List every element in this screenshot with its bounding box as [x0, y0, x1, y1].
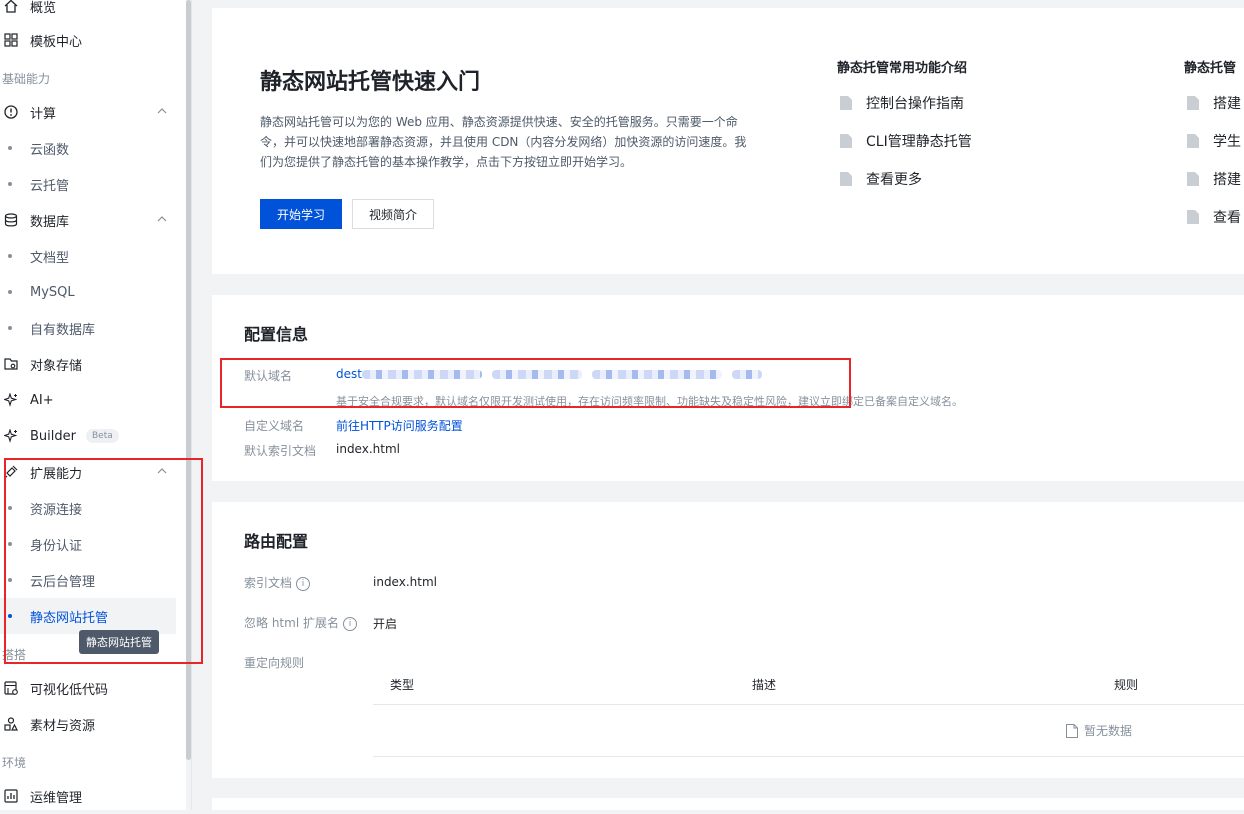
- page-title: 静态网站托管快速入门: [260, 70, 481, 95]
- doc-link[interactable]: 查看更多: [840, 169, 922, 189]
- empty-state: 暂无数据: [1066, 722, 1132, 739]
- document-icon: [1187, 96, 1199, 110]
- column-header: 类型: [390, 678, 415, 692]
- highlight-box: [220, 358, 851, 408]
- document-icon: [1187, 210, 1199, 224]
- doc-link[interactable]: 学生: [1187, 131, 1241, 151]
- routing-card: 路由配置 索引文档 i index.html 忽略 html 扩展名 i 开启 重定…: [212, 502, 1244, 778]
- sidebar-item-label: Builder: [30, 428, 76, 444]
- custom-domain-label: 自定义域名: [244, 419, 305, 433]
- document-icon: [840, 96, 852, 110]
- sidebar-item-templates[interactable]: 模板中心: [0, 22, 186, 58]
- routing-title: 路由配置: [244, 532, 309, 551]
- info-icon[interactable]: i: [296, 576, 311, 591]
- default-index-value: index.html: [336, 442, 400, 456]
- default-index-label: 默认索引文档: [244, 444, 317, 458]
- column-header: 规则: [1114, 678, 1139, 692]
- ignore-ext-value: 开启: [373, 617, 398, 631]
- practice-title: 静态托管: [1184, 61, 1237, 76]
- start-learning-button[interactable]: 开始学习: [260, 199, 342, 229]
- lowcode-icon: [3, 680, 19, 696]
- sidebar-item-cloudrun[interactable]: 云托管: [0, 166, 186, 202]
- sidebar-item-overview[interactable]: 概览: [0, 0, 186, 24]
- sidebar-item-label: 运维管理: [30, 790, 83, 806]
- sparkle-icon: [3, 428, 19, 444]
- sidebar-item-builder[interactable]: Builder Beta: [0, 418, 186, 454]
- sparkle-icon: [3, 392, 19, 408]
- info-icon[interactable]: i: [342, 616, 357, 631]
- sidebar-item-label: 概览: [30, 0, 57, 16]
- sidebar-item-compute[interactable]: 计算: [0, 94, 186, 130]
- document-icon: [840, 134, 852, 148]
- quickstart-card: 静态网站托管快速入门 静态网站托管可以为您的 Web 应用、静态资源提供快速、安…: [212, 8, 1244, 274]
- sidebar-item-mysql[interactable]: MySQL: [0, 274, 186, 310]
- intro-text: 静态网站托管可以为您的 Web 应用、静态资源提供快速、安全的托管服务。只需要一…: [260, 115, 747, 169]
- redirect-table-body: 暂无数据: [373, 704, 1244, 757]
- index-doc-value: index.html: [373, 575, 437, 589]
- chevron-up-icon[interactable]: [156, 105, 168, 117]
- features-title: 静态托管常用功能介绍: [837, 61, 968, 76]
- sidebar-item-functions[interactable]: 云函数: [0, 130, 186, 166]
- compute-icon: [3, 104, 19, 120]
- document-icon: [1187, 134, 1199, 148]
- sidebar-item-assets[interactable]: 素材与资源: [0, 706, 186, 742]
- group-label-basic: 基础能力: [2, 72, 51, 86]
- doc-link[interactable]: 搭建: [1187, 169, 1241, 189]
- highlight-box: [4, 458, 203, 664]
- redirect-table-header: 类型 描述 规则: [373, 664, 1244, 705]
- storage-icon: [3, 356, 19, 372]
- sidebar-item-label: 素材与资源: [30, 718, 96, 734]
- sidebar: 概览 模板中心 基础能力 计算 云函数 云托管 数据库 文档型 MySQL 自有…: [0, 0, 186, 810]
- sidebar-item-label: 数据库: [30, 214, 70, 230]
- ignore-ext-label: 忽略 html 扩展名 i: [244, 614, 357, 631]
- index-doc-label: 索引文档 i: [244, 574, 311, 591]
- sidebar-item-lowcode[interactable]: 可视化低代码: [0, 670, 186, 706]
- sidebar-item-label: 可视化低代码: [30, 682, 109, 698]
- beta-badge: Beta: [85, 429, 119, 443]
- sidebar-item-label: AI+: [30, 392, 54, 408]
- ops-icon: [3, 788, 19, 804]
- sidebar-item-ops[interactable]: 运维管理: [0, 778, 186, 814]
- sidebar-item-document-db[interactable]: 文档型: [0, 238, 186, 274]
- doc-link[interactable]: 搭建: [1187, 93, 1241, 113]
- document-icon: [1066, 723, 1078, 738]
- redirect-rules-label: 重定向规则: [244, 656, 305, 670]
- shapes-icon: [3, 716, 19, 732]
- config-title: 配置信息: [244, 325, 309, 344]
- database-icon: [3, 212, 19, 228]
- chevron-up-icon[interactable]: [156, 213, 168, 225]
- sidebar-item-storage[interactable]: 对象存储: [0, 346, 186, 382]
- home-icon: [3, 0, 19, 14]
- sidebar-item-label: 对象存储: [30, 358, 83, 374]
- document-icon: [1187, 172, 1199, 186]
- sidebar-item-own-db[interactable]: 自有数据库: [0, 310, 186, 346]
- doc-link[interactable]: CLI管理静态托管: [840, 131, 972, 151]
- grid-icon: [3, 32, 19, 48]
- http-service-link[interactable]: 前往HTTP访问服务配置: [336, 417, 463, 434]
- sidebar-item-database[interactable]: 数据库: [0, 202, 186, 238]
- sidebar-item-ai[interactable]: AI+: [0, 382, 186, 418]
- doc-link[interactable]: 控制台操作指南: [840, 93, 964, 113]
- column-header: 描述: [752, 678, 777, 692]
- next-card: [212, 798, 1244, 810]
- group-label-env: 环境: [2, 756, 27, 770]
- sidebar-item-label: 模板中心: [30, 34, 83, 50]
- document-icon: [840, 172, 852, 186]
- video-intro-button[interactable]: 视频简介: [352, 199, 434, 229]
- doc-link[interactable]: 查看: [1187, 207, 1241, 227]
- sidebar-item-label: 计算: [30, 106, 57, 122]
